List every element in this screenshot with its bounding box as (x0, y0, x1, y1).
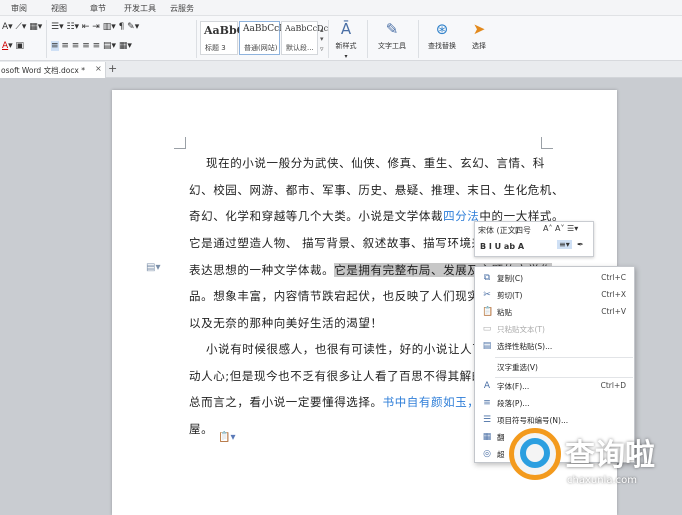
menu-item-paragraph[interactable]: ≡ 段落(P)... (475, 396, 636, 412)
document-tab[interactable]: osoft Word 文档.docx * × (0, 62, 106, 78)
document-tab-bar: osoft Word 文档.docx * × + (0, 61, 682, 78)
font-color-icon[interactable]: A▾ ▣ (2, 40, 24, 52)
menu-item-paste-special[interactable]: ▤ 选择性粘贴(S)... (475, 339, 636, 355)
menu-item-reselect-hanzi[interactable]: 汉字重选(V) (475, 360, 636, 376)
font-grow-shrink-icon[interactable]: A˄ A˅ ☰▾ (543, 224, 578, 233)
format-painter-icon[interactable]: ✒ (577, 240, 584, 249)
watermark-logo: 查询啦 chaxunla.com (505, 425, 677, 501)
styles-expand-icon[interactable]: ▿ (320, 43, 324, 55)
page-corner-mark (541, 137, 553, 149)
cursor-icon: ➤ (472, 20, 486, 38)
close-tab-icon[interactable]: × (95, 64, 102, 73)
menu-tab-developer[interactable]: 开发工具 (124, 3, 156, 14)
menu-item-paste-text-only: ▭ 只粘贴文本(T) (482, 324, 545, 334)
menu-item-copy[interactable]: ⧉ 复制(C) Ctrl+C (475, 271, 636, 287)
menu-item-font[interactable]: A 字体(F)... Ctrl+D (475, 379, 636, 395)
paste-text-icon: ▭ (482, 324, 492, 334)
menu-bar: 审阅 视图 章节 开发工具 云服务 (0, 0, 682, 16)
style-normal-web[interactable]: AaBbCcD 普通(网站) (239, 21, 286, 55)
text-tools-icon: ✎ (385, 20, 399, 38)
doc-line[interactable]: 总而言之，看小说一定要懂得选择。书中自有颜如玉，书 (189, 394, 492, 410)
add-tab-icon[interactable]: + (108, 62, 117, 75)
page-corner-mark (174, 137, 186, 149)
paste-options-icon[interactable]: 📋▾ (218, 432, 235, 443)
copy-icon: ⧉ (483, 273, 491, 283)
paragraph-handle-icon[interactable]: ▤▾ (146, 262, 160, 273)
menu-item-paste[interactable]: 📋 粘贴 Ctrl+V (475, 305, 636, 321)
hyperlink-icon: ◎ (483, 449, 491, 459)
doc-line[interactable]: 幻、校园、网游、都市、军事、历史、悬疑、推理、末日、生化危机、 (189, 182, 564, 198)
format-buttons-row[interactable]: B I U ab A (480, 242, 524, 251)
find-replace-button[interactable]: ⊛ 查找替换 (422, 20, 462, 51)
font-color-small-icon[interactable]: A▾ ⟋▾ ▦▾ (2, 21, 42, 33)
paste-special-icon: ▤ (482, 341, 492, 351)
scissors-icon: ✂ (483, 290, 491, 300)
list-bullets-icon[interactable]: ☰▾ ☷▾ ⇤ ⇥ ▥▾ ¶ ✎▾ (51, 21, 139, 33)
text-tools-button[interactable]: ✎ 文字工具 (373, 20, 411, 51)
watermark-name: 查询啦 (565, 438, 655, 473)
style-default-para[interactable]: AaBbCcDc 默认段... (281, 21, 328, 55)
menu-tab-review[interactable]: 审阅 (11, 3, 27, 14)
menu-item-cut[interactable]: ✂ 剪切(T) Ctrl+X (475, 288, 636, 304)
doc-line[interactable]: 品。想象丰富，内容情节跌宕起伏，也反映了人们现实生 (189, 288, 492, 304)
watermark-url: chaxunla.com (567, 475, 637, 486)
menu-tab-chapter[interactable]: 章节 (90, 3, 106, 14)
doc-line[interactable]: 它是通过塑造人物、 描写背景、叙述故事、描写环境来 (189, 235, 484, 251)
doc-line[interactable]: 屋。 (189, 421, 213, 437)
clipboard-icon: 📋 (482, 307, 494, 317)
doc-line[interactable]: 动人心;但是现今也不乏有很多让人看了百思不得其解的 (189, 368, 484, 384)
font-icon: A (483, 381, 491, 391)
style-heading3[interactable]: AaBbC 标题 3 (200, 21, 245, 55)
menu-tab-cloud[interactable]: 云服务 (170, 3, 194, 14)
align-icon[interactable]: ≡▾ (557, 240, 572, 249)
ribbon: A▾ ⟋▾ ▦▾ A▾ ▣ ☰▾ ☷▾ ⇤ ⇥ ▥▾ ¶ ✎▾ ≡ ≡ ≡ ≡ … (0, 16, 682, 61)
select-button[interactable]: ➤ 选择 (465, 20, 493, 51)
search-icon: ⊛ (435, 20, 449, 38)
new-style-icon: Ā (340, 20, 352, 38)
doc-line[interactable]: 以及无奈的那种向美好生活的渴望！ (189, 315, 383, 331)
doc-line[interactable]: 现在的小说一般分为武侠、仙侠、修真、重生、玄幻、言情、科 (206, 155, 545, 171)
menu-tab-view[interactable]: 视图 (51, 3, 67, 14)
floating-mini-toolbar: 宋体 (正文) 四号 A˄ A˅ ☰▾ B I U ab A ≡▾ ✒ (474, 221, 594, 257)
font-name-select[interactable]: 宋体 (正文) (478, 225, 519, 236)
list-icon: ☰ (482, 415, 492, 425)
doc-line[interactable]: 小说有时候很感人，也很有可读性，好的小说让人百 (206, 341, 484, 357)
paragraph-icon: ≡ (483, 398, 491, 408)
translate-icon: ▦ (482, 432, 492, 442)
font-size-select[interactable]: 四号 (515, 225, 531, 236)
align-left-icon[interactable]: ≡ ≡ ≡ ≡ ≡ ▤▾ ▦▾ (51, 40, 132, 52)
logo-icon (509, 428, 561, 480)
new-style-button[interactable]: Ā 新样式 ▾ (331, 20, 361, 61)
